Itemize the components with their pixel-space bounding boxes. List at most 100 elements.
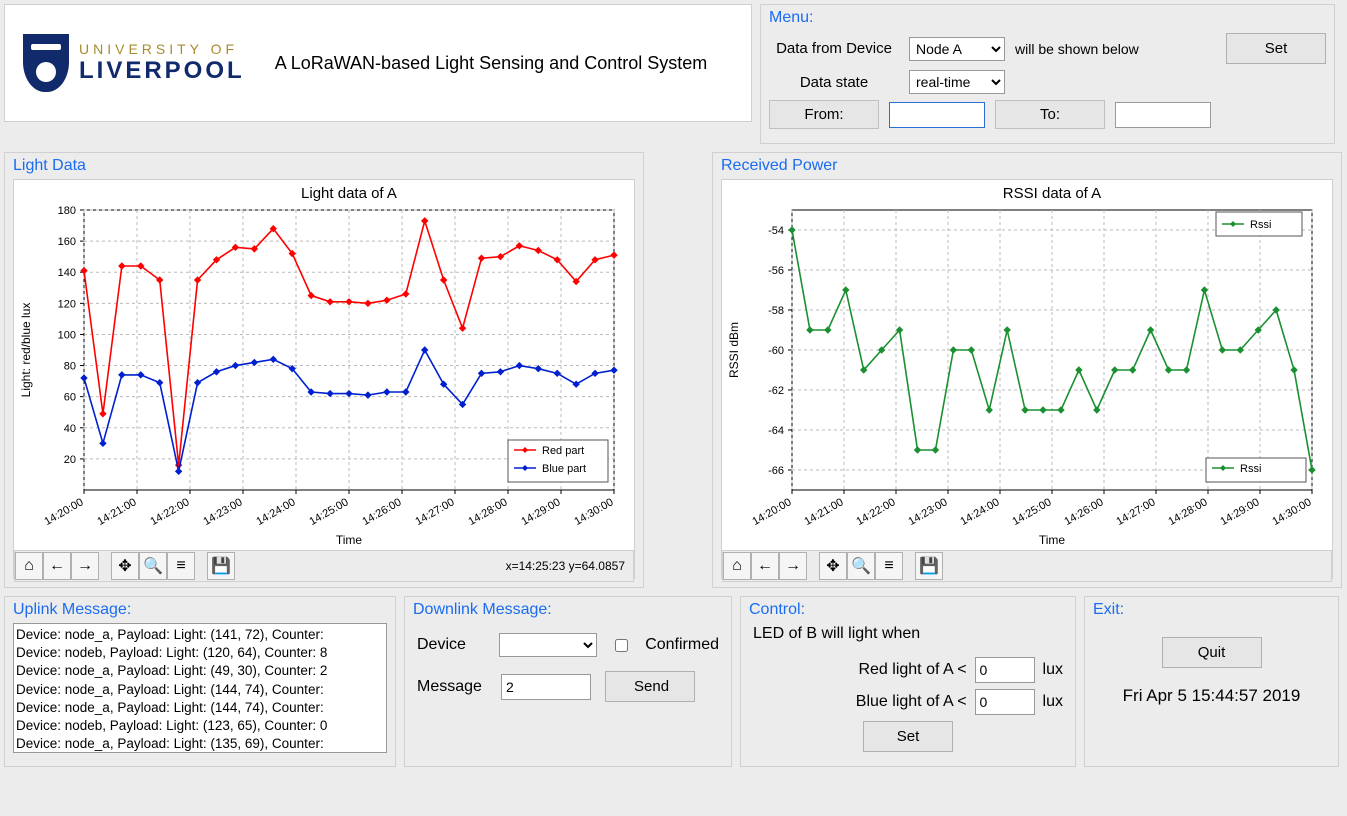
rssi-chart: -66-64-62-60-58-56-5414:20:0014:21:0014:… bbox=[722, 180, 1332, 550]
exit-panel: Exit: Quit Fri Apr 5 15:44:57 2019 bbox=[1084, 596, 1339, 767]
list-item: Device: nodeb, Payload: Light: (123, 65)… bbox=[16, 717, 384, 735]
config-icon[interactable]: ≡ bbox=[875, 552, 903, 580]
svg-text:14:27:00: 14:27:00 bbox=[1114, 496, 1157, 528]
svg-text:14:29:00: 14:29:00 bbox=[519, 496, 562, 528]
state-label: Data state bbox=[769, 74, 899, 91]
send-button[interactable]: Send bbox=[605, 671, 695, 702]
svg-text:14:21:00: 14:21:00 bbox=[95, 496, 138, 528]
svg-text:Red part: Red part bbox=[542, 445, 584, 457]
uplink-list[interactable]: Device: node_a, Payload: Light: (141, 72… bbox=[13, 623, 387, 753]
save-icon[interactable]: 💾 bbox=[915, 552, 943, 580]
list-item: Device: node_a, Payload: Light: (144, 74… bbox=[16, 699, 384, 717]
forward-icon[interactable]: → bbox=[779, 552, 807, 580]
home-icon[interactable]: ⌂ bbox=[15, 552, 43, 580]
light-data-panel: Light Data 2040608010012014016018014:20:… bbox=[4, 152, 644, 588]
svg-text:140: 140 bbox=[58, 267, 76, 279]
svg-text:Time: Time bbox=[336, 533, 363, 547]
blue-light-label: Blue light of A < bbox=[856, 693, 967, 711]
svg-text:Light data of A: Light data of A bbox=[301, 185, 397, 202]
red-light-label: Red light of A < bbox=[858, 661, 966, 679]
svg-text:14:24:00: 14:24:00 bbox=[254, 496, 297, 528]
dl-message-input[interactable] bbox=[501, 674, 591, 700]
confirmed-label: Confirmed bbox=[645, 636, 719, 654]
save-icon[interactable]: 💾 bbox=[207, 552, 235, 580]
svg-text:14:28:00: 14:28:00 bbox=[466, 496, 509, 528]
header-block: UNIVERSITY OF LIVERPOOL A LoRaWAN-based … bbox=[4, 4, 752, 122]
svg-text:-64: -64 bbox=[768, 425, 784, 437]
quit-button[interactable]: Quit bbox=[1162, 637, 1262, 668]
svg-text:RSSI data of A: RSSI data of A bbox=[1003, 185, 1101, 202]
light-chart: 2040608010012014016018014:20:0014:21:001… bbox=[14, 180, 634, 550]
list-item: Device: node_a, Payload: Light: (141, 72… bbox=[16, 626, 384, 644]
svg-text:Blue part: Blue part bbox=[542, 463, 586, 475]
forward-icon[interactable]: → bbox=[71, 552, 99, 580]
svg-text:14:27:00: 14:27:00 bbox=[413, 496, 456, 528]
back-icon[interactable]: ← bbox=[43, 552, 71, 580]
svg-text:60: 60 bbox=[64, 392, 76, 404]
svg-text:14:22:00: 14:22:00 bbox=[148, 496, 191, 528]
state-select[interactable]: real-time bbox=[909, 70, 1005, 94]
dl-device-select[interactable] bbox=[499, 633, 597, 657]
university-logo: UNIVERSITY OF LIVERPOOL bbox=[23, 34, 245, 92]
svg-text:14:26:00: 14:26:00 bbox=[1062, 496, 1105, 528]
svg-text:14:23:00: 14:23:00 bbox=[906, 496, 949, 528]
svg-text:-58: -58 bbox=[768, 305, 784, 317]
device-select[interactable]: Node A bbox=[909, 37, 1005, 61]
to-input[interactable] bbox=[1115, 102, 1211, 128]
to-label: To: bbox=[995, 100, 1105, 129]
back-icon[interactable]: ← bbox=[751, 552, 779, 580]
from-label: From: bbox=[769, 100, 879, 129]
list-item: Device: node_a, Payload: Light: (144, 74… bbox=[16, 681, 384, 699]
svg-text:14:24:00: 14:24:00 bbox=[958, 496, 1001, 528]
svg-text:80: 80 bbox=[64, 361, 76, 373]
rssi-panel: Received Power -66-64-62-60-58-56-5414:2… bbox=[712, 152, 1342, 588]
menu-set-button[interactable]: Set bbox=[1226, 33, 1326, 64]
svg-text:-62: -62 bbox=[768, 385, 784, 397]
svg-text:160: 160 bbox=[58, 236, 76, 248]
confirmed-checkbox[interactable] bbox=[615, 639, 628, 652]
svg-text:Rssi: Rssi bbox=[1250, 219, 1271, 231]
svg-text:-66: -66 bbox=[768, 465, 784, 477]
uplink-panel: Uplink Message: Device: node_a, Payload:… bbox=[4, 596, 396, 767]
svg-text:14:28:00: 14:28:00 bbox=[1166, 496, 1209, 528]
svg-text:-60: -60 bbox=[768, 345, 784, 357]
from-input[interactable] bbox=[889, 102, 985, 128]
chart-toolbar-right: ⌂ ← → ✥ 🔍 ≡ 💾 bbox=[722, 550, 1332, 582]
blue-light-input[interactable] bbox=[975, 689, 1035, 715]
timestamp: Fri Apr 5 15:44:57 2019 bbox=[1093, 686, 1330, 706]
uni-line2: LIVERPOOL bbox=[79, 57, 245, 85]
control-set-button[interactable]: Set bbox=[863, 721, 953, 752]
svg-text:14:25:00: 14:25:00 bbox=[307, 496, 350, 528]
svg-text:14:21:00: 14:21:00 bbox=[802, 496, 845, 528]
downlink-title: Downlink Message: bbox=[413, 601, 723, 619]
red-unit: lux bbox=[1043, 661, 1063, 679]
svg-text:100: 100 bbox=[58, 329, 76, 341]
list-item: Device: node_a, Payload: Light: (49, 30)… bbox=[16, 662, 384, 680]
rssi-title: Received Power bbox=[721, 157, 1333, 175]
pan-icon[interactable]: ✥ bbox=[819, 552, 847, 580]
pan-icon[interactable]: ✥ bbox=[111, 552, 139, 580]
dl-message-label: Message bbox=[417, 678, 487, 696]
red-light-input[interactable] bbox=[975, 657, 1035, 683]
uplink-title: Uplink Message: bbox=[13, 601, 387, 619]
app-title: A LoRaWAN-based Light Sensing and Contro… bbox=[275, 53, 708, 74]
home-icon[interactable]: ⌂ bbox=[723, 552, 751, 580]
menu-panel: Menu: Data from Device Node A will be sh… bbox=[760, 4, 1335, 144]
chart-cursor-status: x=14:25:23 y=64.0857 bbox=[506, 559, 633, 573]
svg-text:14:25:00: 14:25:00 bbox=[1010, 496, 1053, 528]
svg-text:20: 20 bbox=[64, 454, 76, 466]
zoom-icon[interactable]: 🔍 bbox=[847, 552, 875, 580]
zoom-icon[interactable]: 🔍 bbox=[139, 552, 167, 580]
svg-text:-54: -54 bbox=[768, 225, 784, 237]
exit-title: Exit: bbox=[1093, 601, 1330, 619]
svg-text:Rssi: Rssi bbox=[1240, 463, 1261, 475]
control-title: Control: bbox=[749, 601, 1067, 619]
shield-icon bbox=[23, 34, 69, 92]
blue-unit: lux bbox=[1043, 693, 1063, 711]
config-icon[interactable]: ≡ bbox=[167, 552, 195, 580]
svg-text:14:20:00: 14:20:00 bbox=[42, 496, 85, 528]
svg-text:14:20:00: 14:20:00 bbox=[750, 496, 793, 528]
svg-text:180: 180 bbox=[58, 205, 76, 217]
svg-text:Light: red/blue lux: Light: red/blue lux bbox=[19, 303, 33, 398]
svg-text:RSSI dBm: RSSI dBm bbox=[727, 322, 741, 378]
